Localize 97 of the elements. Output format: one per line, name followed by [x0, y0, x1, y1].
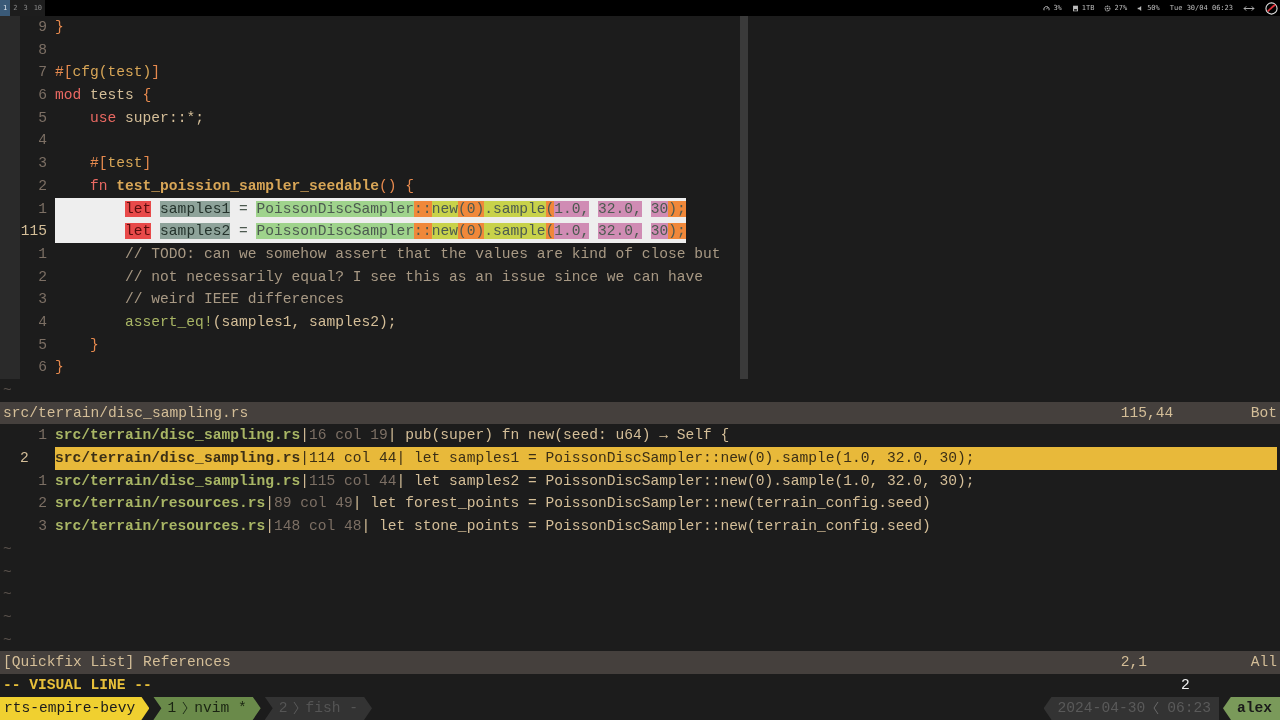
code-token: // TODO: can we somehow assert that the values are kind of close but — [125, 245, 721, 262]
window-tab[interactable]: 1 nvim * — [153, 696, 261, 720]
code-token: ( — [545, 223, 555, 240]
code-token: ] — [151, 64, 161, 81]
code-token: (0) — [457, 223, 485, 240]
code-token: samples2 — [160, 223, 231, 240]
line-number: 4 — [37, 131, 47, 151]
gauge-icon — [1043, 4, 1051, 12]
line-number: 115 — [20, 222, 47, 242]
code-token: // weird IEEE differences — [125, 291, 344, 308]
gear-icon — [1104, 4, 1112, 12]
double-arrow-icon[interactable] — [1243, 4, 1255, 12]
code-token: 1.0, — [554, 200, 590, 217]
code-token: #[ — [90, 155, 108, 172]
quickfix-entry[interactable]: src/terrain/disc_sampling.rs|114 col 44| let samples1 = PoissonDiscSampler::new(0).sample(1.0, 32.0, 30); — [55, 447, 1277, 470]
line-number: 1 — [37, 471, 48, 491]
code-token: fn — [90, 177, 108, 194]
selection-count: 2 — [1181, 675, 1190, 695]
code-token: 30 — [650, 223, 669, 240]
code-token: assert_eq! — [125, 313, 213, 330]
code-token: cfg(test) — [72, 64, 152, 81]
line-number: 2 — [19, 449, 30, 469]
code-token: PoissonDiscSampler — [256, 223, 415, 240]
cursor-position: 115,44 — [1120, 403, 1175, 423]
scroll-position: Bot — [1250, 403, 1277, 423]
chevron-icon — [1153, 701, 1160, 716]
code-token: ::*; — [168, 109, 204, 126]
quickfix-entry[interactable]: src/terrain/resources.rs|89 col 49| let forest_points = PoissonDiscSampler::new(terrain_config.seed) — [55, 492, 1277, 516]
empty-line-marker: ~ — [2, 562, 12, 582]
line-number: 9 — [37, 18, 47, 37]
line-number: 1 — [37, 426, 48, 446]
code-token: use — [90, 109, 117, 126]
user-name: alex — [1222, 696, 1280, 720]
code-token: (0) — [457, 200, 485, 217]
code-token: PoissonDiscSampler — [256, 200, 415, 217]
code-token: 30 — [650, 200, 669, 217]
line-number: 1 — [37, 199, 47, 219]
session-name: rts-empire-bevy — [0, 696, 150, 720]
empty-line-marker: ~ — [2, 381, 12, 400]
code-token: new — [431, 200, 458, 217]
code-token: (samples1, samples2); — [212, 313, 397, 330]
code-token: test_poission_sampler_seedable — [116, 177, 380, 194]
code-token: ); — [668, 200, 686, 217]
code-token: :: — [414, 200, 432, 217]
quickfix-entry[interactable]: src/terrain/resources.rs|148 col 48| let stone_points = PoissonDiscSampler::new(terrain_config.seed) — [55, 515, 1277, 538]
line-number: 3 — [37, 154, 47, 174]
line-number: 3 — [37, 517, 48, 537]
code-token: .sample — [484, 200, 546, 217]
code-token: ( — [545, 200, 555, 217]
chevron-icon — [182, 701, 189, 716]
code-token: { — [142, 87, 152, 104]
line-number: 6 — [37, 86, 47, 106]
code-token: } — [55, 359, 64, 376]
code-token: } — [90, 336, 99, 353]
line-number: 8 — [37, 40, 47, 60]
line-number: 6 — [37, 358, 47, 378]
line-number: 2 — [37, 267, 47, 287]
code-token: () { — [379, 177, 415, 194]
quickfix-entry[interactable]: src/terrain/disc_sampling.rs|16 col 19| pub(super) fn new(seed: u64) → Self { — [55, 424, 1277, 448]
code-token: :: — [414, 223, 432, 240]
line-number: 2 — [37, 494, 48, 514]
code-token: ] — [142, 155, 152, 172]
line-number: 2 — [37, 176, 47, 196]
code-token: ); — [668, 223, 686, 240]
buffer-title: [Quickfix List] References — [3, 653, 231, 673]
empty-line-marker: ~ — [2, 539, 12, 559]
code-token: tests — [90, 87, 134, 104]
line-number: 5 — [37, 108, 47, 128]
line-number: 7 — [37, 63, 47, 83]
chevron-icon — [293, 701, 300, 716]
code-token: samples1 — [160, 200, 231, 217]
cursor-position: 2,1 — [1120, 653, 1148, 673]
code-token: // not necessarily equal? I see this as an issue since we can have — [125, 268, 704, 285]
code-token: new — [431, 223, 458, 240]
line-number: 1 — [37, 244, 47, 264]
code-token: let — [125, 200, 152, 217]
line-number: 3 — [37, 290, 47, 310]
code-token: super — [125, 109, 169, 126]
code-token: test — [107, 155, 143, 172]
empty-line-marker: ~ — [2, 585, 12, 605]
code-token: let — [125, 223, 152, 240]
quickfix-entry[interactable]: src/terrain/disc_sampling.rs|115 col 44| let samples2 = PoissonDiscSampler::new(0).sample(1.0, 32.0, 30); — [55, 469, 1277, 493]
file-path: src/terrain/disc_sampling.rs — [3, 403, 249, 423]
mode-indicator: -- VISUAL LINE -- — [3, 675, 153, 695]
empty-line-marker: ~ — [2, 607, 12, 627]
code-token: 32.0, — [598, 200, 642, 217]
empty-line-marker: ~ — [2, 630, 12, 650]
code-token: .sample — [484, 223, 546, 240]
scroll-position: All — [1250, 653, 1277, 673]
circle-logo-icon[interactable] — [1265, 1, 1278, 15]
line-number: 5 — [37, 335, 47, 355]
code-token: 1.0, — [554, 223, 590, 240]
code-token: #[ — [55, 64, 73, 81]
code-token: mod — [55, 87, 82, 104]
code-token: 32.0, — [598, 223, 642, 240]
code-token: } — [55, 19, 64, 35]
line-number: 4 — [37, 312, 47, 332]
